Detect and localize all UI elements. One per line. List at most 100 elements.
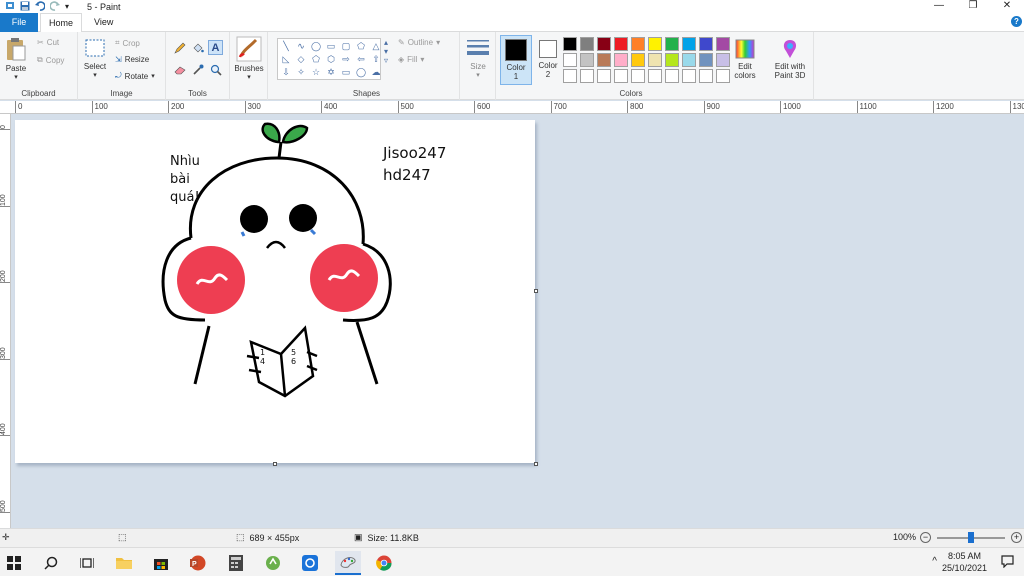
eraser-icon[interactable] [174, 65, 186, 77]
palette-swatch[interactable] [631, 69, 645, 83]
app-button-green[interactable] [264, 554, 282, 571]
resize-handle-bottom[interactable] [273, 462, 277, 466]
palette-swatch[interactable] [716, 69, 730, 83]
zoom-slider-thumb[interactable] [968, 532, 974, 543]
line-shape-icon[interactable]: ╲ [279, 40, 293, 52]
search-button[interactable] [42, 554, 60, 571]
drawing-canvas[interactable]: Nhìu bài quá! Jisoo247 hd247 1 4 5 6 [15, 120, 535, 463]
palette-swatch[interactable] [597, 53, 611, 67]
oval-shape-icon[interactable]: ◯ [309, 40, 323, 52]
palette-swatch[interactable] [682, 37, 696, 51]
taskbar-clock[interactable]: 8:05 AM 25/10/2021 [942, 550, 987, 574]
resize-button[interactable]: ⇲ Resize [115, 55, 149, 64]
palette-swatch[interactable] [563, 53, 577, 67]
customize-toolbar-icon[interactable]: ▾ [65, 2, 69, 11]
palette-swatch[interactable] [716, 37, 730, 51]
palette-swatch[interactable] [580, 69, 594, 83]
hexagon-shape-icon[interactable]: ⬡ [324, 53, 338, 65]
palette-swatch[interactable] [597, 37, 611, 51]
palette-swatch[interactable] [682, 53, 696, 67]
edit-colors-button[interactable]: Edit colors [728, 38, 762, 80]
paste-button[interactable]: Paste ▾ [3, 36, 29, 81]
select-button[interactable]: Select ▾ [82, 38, 108, 79]
resize-handle-right[interactable] [534, 289, 538, 293]
chrome-button[interactable] [375, 554, 393, 571]
palette-swatch[interactable] [648, 69, 662, 83]
palette-swatch[interactable] [699, 53, 713, 67]
four-point-star-shape-icon[interactable]: ✧ [294, 66, 308, 78]
magnifier-icon[interactable] [210, 64, 222, 78]
edit-with-paint3d-button[interactable]: Edit with Paint 3D [768, 38, 812, 80]
diamond-shape-icon[interactable]: ◇ [294, 53, 308, 65]
zoom-in-button[interactable]: + [1011, 532, 1022, 543]
palette-swatch[interactable] [716, 53, 730, 67]
tab-view[interactable]: View [86, 13, 121, 32]
resize-handle-corner[interactable] [534, 462, 538, 466]
rounded-rectangle-shape-icon[interactable]: ▢ [339, 40, 353, 52]
palette-swatch[interactable] [597, 69, 611, 83]
palette-swatch[interactable] [580, 53, 594, 67]
palette-swatch[interactable] [563, 37, 577, 51]
tab-home[interactable]: Home [40, 13, 83, 33]
palette-swatch[interactable] [648, 53, 662, 67]
cut-button[interactable]: ✂ Cut [37, 38, 59, 47]
palette-swatch[interactable] [563, 69, 577, 83]
fill-button[interactable]: ◈ Fill ▾ [398, 55, 424, 64]
right-triangle-shape-icon[interactable]: ◺ [279, 53, 293, 65]
palette-swatch[interactable] [699, 37, 713, 51]
rotate-button[interactable]: ⤾ Rotate ▾ [115, 71, 155, 81]
restore-button[interactable]: ❐ [956, 0, 990, 13]
undo-icon[interactable] [35, 0, 46, 13]
palette-swatch[interactable] [614, 69, 628, 83]
rectangle-shape-icon[interactable]: ▭ [324, 40, 338, 52]
minimize-button[interactable]: — [922, 0, 956, 13]
app-button-blue[interactable] [301, 554, 319, 571]
size-button[interactable]: Size ▾ [464, 38, 492, 79]
curve-shape-icon[interactable]: ∿ [294, 40, 308, 52]
six-point-star-shape-icon[interactable]: ✡ [324, 66, 338, 78]
color2-button[interactable]: Color 2 [534, 35, 562, 79]
color-picker-icon[interactable] [192, 64, 204, 78]
fill-bucket-icon[interactable] [192, 42, 204, 56]
zoom-out-button[interactable]: − [920, 532, 931, 543]
redo-icon[interactable] [49, 0, 60, 13]
calculator-button[interactable] [227, 554, 245, 571]
save-icon[interactable] [20, 1, 30, 13]
palette-swatch[interactable] [631, 53, 645, 67]
right-arrow-shape-icon[interactable]: ⇨ [339, 53, 353, 65]
pentagon-shape-icon[interactable]: ⬠ [309, 53, 323, 65]
close-button[interactable]: ✕ [990, 0, 1024, 13]
powerpoint-button[interactable]: P [189, 554, 207, 571]
left-arrow-shape-icon[interactable]: ⇦ [354, 53, 368, 65]
palette-swatch[interactable] [614, 37, 628, 51]
start-button[interactable] [5, 554, 23, 571]
tab-file[interactable]: File [0, 13, 38, 32]
palette-swatch[interactable] [682, 69, 696, 83]
action-center-button[interactable] [1001, 555, 1014, 570]
palette-swatch[interactable] [631, 37, 645, 51]
palette-swatch[interactable] [665, 69, 679, 83]
crop-button[interactable]: ⌗ Crop [115, 38, 140, 48]
help-icon[interactable]: ? [1011, 16, 1022, 27]
down-arrow-shape-icon[interactable]: ⇩ [279, 66, 293, 78]
polygon-shape-icon[interactable]: ⬠ [354, 40, 368, 52]
palette-swatch[interactable] [648, 37, 662, 51]
pencil-icon[interactable] [174, 42, 186, 56]
shapes-scroll-icon[interactable]: ▴ ▾ ▿ [384, 38, 388, 65]
copy-button[interactable]: ⧉ Copy [37, 55, 64, 65]
palette-swatch[interactable] [665, 53, 679, 67]
callout-oval-shape-icon[interactable]: ◯ [354, 66, 368, 78]
text-tool-icon[interactable]: A [208, 40, 223, 55]
color1-button[interactable]: Color 1 [500, 35, 532, 85]
palette-swatch[interactable] [614, 53, 628, 67]
paint-taskbar-button[interactable] [335, 551, 361, 575]
palette-swatch[interactable] [665, 37, 679, 51]
show-hidden-icons-icon[interactable]: ^ [932, 556, 937, 567]
palette-swatch[interactable] [580, 37, 594, 51]
task-view-button[interactable] [78, 554, 96, 571]
five-point-star-shape-icon[interactable]: ☆ [309, 66, 323, 78]
callout-rect-shape-icon[interactable]: ▭ [339, 66, 353, 78]
store-button[interactable] [152, 554, 170, 571]
up-arrow-shape-icon[interactable]: ⇧ [369, 53, 383, 65]
brushes-button[interactable]: Brushes ▾ [234, 36, 264, 81]
